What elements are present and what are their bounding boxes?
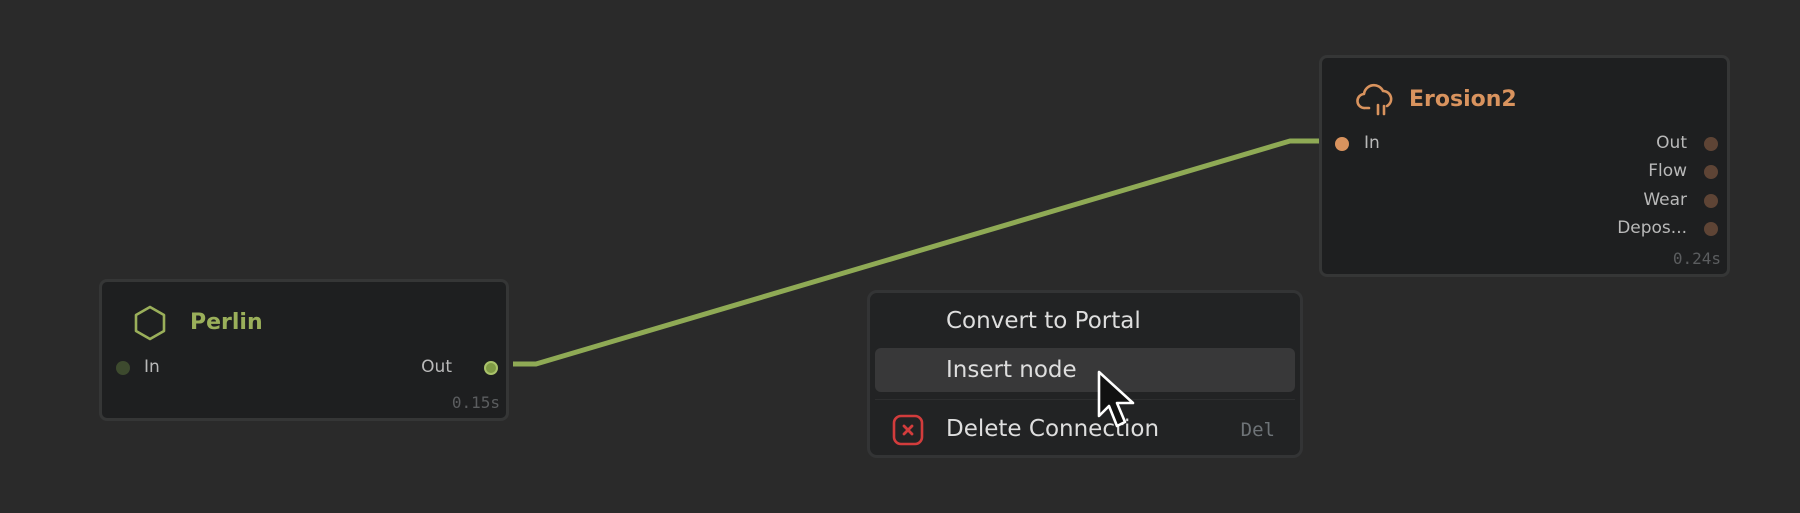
- delete-x-icon: [892, 414, 924, 450]
- menu-item-convert-to-portal[interactable]: Convert to Portal: [875, 299, 1295, 343]
- perlin-input-port-in[interactable]: In: [102, 354, 302, 382]
- port-label: Flow: [1648, 161, 1687, 181]
- erosion2-node-title: Erosion2: [1409, 87, 1517, 112]
- output-port-dot[interactable]: [1704, 194, 1718, 208]
- erosion2-timing: 0.24s: [1672, 249, 1721, 268]
- perlin-timing: 0.15s: [451, 393, 500, 412]
- output-port-dot[interactable]: [1704, 165, 1718, 179]
- output-port-dot[interactable]: [484, 361, 498, 375]
- cloud-rain-icon: [1356, 82, 1396, 120]
- port-label: Wear: [1643, 190, 1687, 210]
- menu-item-label: Insert node: [946, 357, 1077, 383]
- output-port-dot[interactable]: [1704, 137, 1718, 151]
- port-label: Out: [421, 357, 452, 377]
- erosion2-output-port-wear[interactable]: Wear: [1527, 187, 1727, 215]
- port-label: In: [1364, 133, 1380, 153]
- port-label: Depos...: [1617, 218, 1687, 238]
- perlin-node[interactable]: Perlin In Out 0.15s: [99, 279, 509, 421]
- shortcut-hint: Del: [1240, 419, 1275, 441]
- menu-item-label: Convert to Portal: [946, 308, 1141, 334]
- port-label: Out: [1656, 133, 1687, 153]
- perlin-node-header[interactable]: Perlin: [102, 282, 506, 350]
- perlin-node-title: Perlin: [190, 310, 263, 335]
- erosion2-node[interactable]: Erosion2 In Out Flow Wear Depos... 0.24s: [1319, 55, 1730, 277]
- context-menu: Convert to Portal Insert node Delete Con…: [867, 290, 1303, 458]
- input-port-dot[interactable]: [1335, 137, 1349, 151]
- hexagon-icon: [132, 304, 168, 346]
- output-port-dot[interactable]: [1704, 222, 1718, 236]
- port-label: In: [144, 357, 160, 377]
- menu-divider: [875, 399, 1295, 400]
- perlin-output-port-out[interactable]: Out: [306, 354, 506, 382]
- erosion2-output-port-flow[interactable]: Flow: [1527, 158, 1727, 186]
- erosion2-output-port-deposit[interactable]: Depos...: [1527, 215, 1727, 243]
- erosion2-node-header[interactable]: Erosion2: [1322, 58, 1727, 126]
- erosion2-output-port-out[interactable]: Out: [1527, 130, 1727, 158]
- erosion2-input-port-in[interactable]: In: [1322, 130, 1522, 158]
- menu-item-insert-node[interactable]: Insert node: [875, 348, 1295, 392]
- arrow-cursor-icon: [1097, 370, 1139, 436]
- menu-item-delete-connection[interactable]: Delete Connection Del: [875, 407, 1295, 451]
- input-port-dot[interactable]: [116, 361, 130, 375]
- graph-canvas[interactable]: Perlin In Out 0.15s Erosion2 In Out Flow…: [0, 0, 1800, 513]
